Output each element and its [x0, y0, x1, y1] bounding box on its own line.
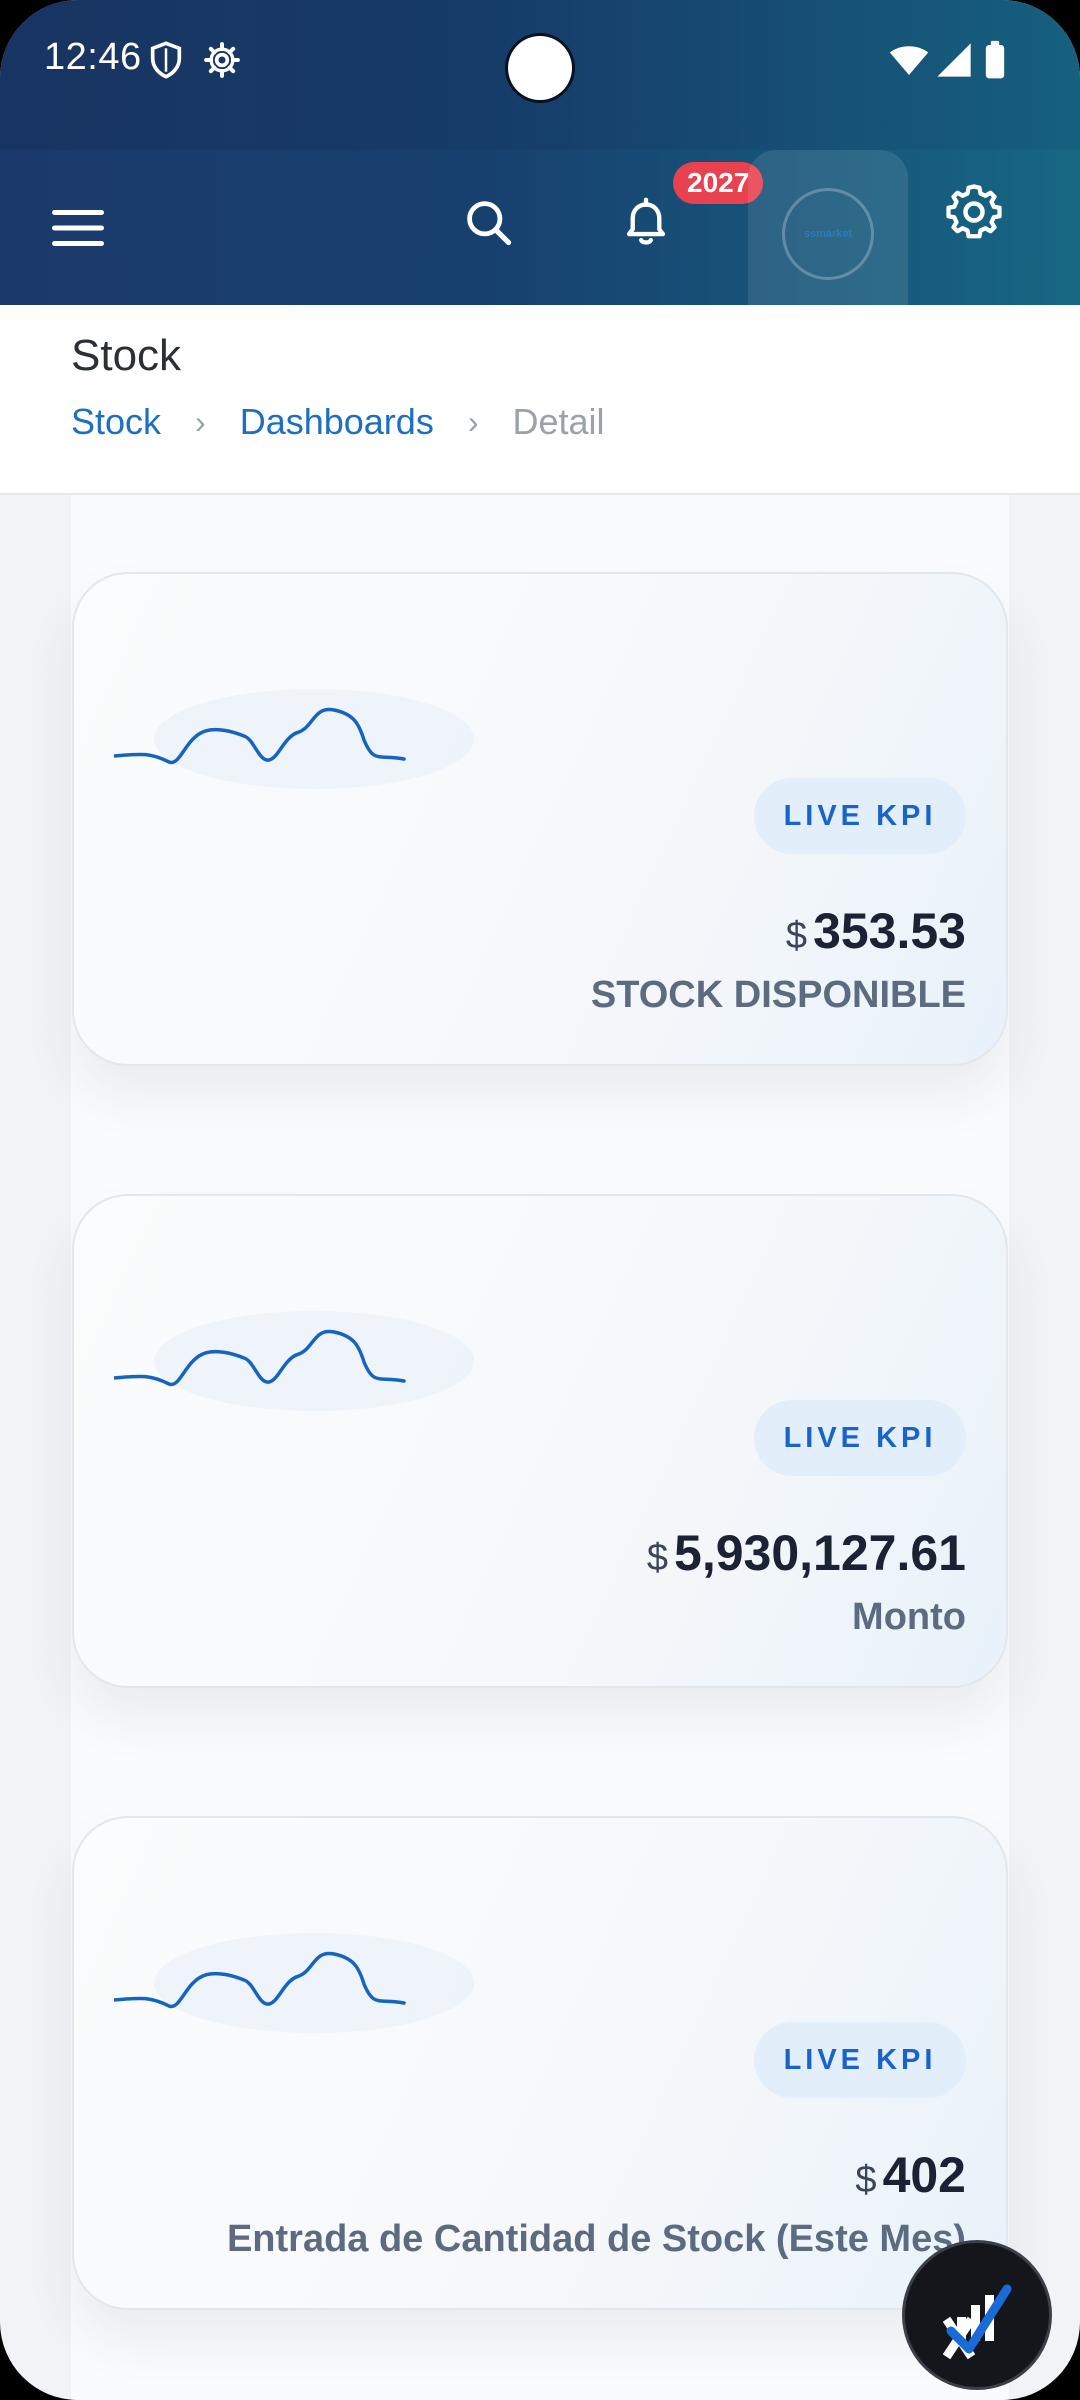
- kpi-value: $5,930,127.61: [647, 1524, 966, 1582]
- settings-button[interactable]: [934, 172, 1014, 252]
- menu-icon: [52, 210, 104, 246]
- sparkline-chart: [114, 689, 474, 789]
- avatar-logo: ssmarket: [803, 228, 853, 240]
- kpi-amount: 402: [882, 2147, 966, 2203]
- notifications-button[interactable]: [606, 182, 686, 262]
- breadcrumb: Stock › Dashboards › Detail: [71, 401, 605, 443]
- breadcrumb-separator: ›: [195, 403, 206, 440]
- app-bar: [0, 150, 1080, 305]
- front-camera: [508, 36, 572, 100]
- kpi-card-stock-disponible[interactable]: LIVE KPI $353.53 STOCK DISPONIBLE: [72, 572, 1008, 1066]
- device-screen: 12:46 2027 ssmarket Stock Stock › Dashbo…: [0, 0, 1080, 2400]
- status-bar: 12:46: [0, 0, 1080, 150]
- live-kpi-badge: LIVE KPI: [754, 1400, 966, 1476]
- kpi-card-monto[interactable]: LIVE KPI $5,930,127.61 Monto: [72, 1194, 1008, 1688]
- sparkline-chart: [114, 1311, 474, 1411]
- menu-button[interactable]: [42, 192, 114, 264]
- bell-icon: [626, 197, 666, 245]
- sparkline-chart: [114, 1933, 474, 2033]
- kpi-label: Monto: [852, 1596, 966, 1638]
- gear-icon: [204, 42, 240, 78]
- kpi-label: STOCK DISPONIBLE: [590, 974, 966, 1016]
- kpi-value: $402: [855, 2146, 966, 2204]
- signal-icon: [937, 43, 971, 77]
- battery-icon: [985, 40, 1005, 79]
- kpi-card-entrada-stock[interactable]: LIVE KPI $402 Entrada de Cantidad de Sto…: [72, 1816, 1008, 2310]
- search-button[interactable]: [448, 182, 528, 262]
- wifi-icon: [889, 46, 929, 75]
- live-kpi-badge: LIVE KPI: [754, 778, 966, 854]
- live-kpi-badge: LIVE KPI: [754, 2022, 966, 2098]
- kpi-label: Entrada de Cantidad de Stock (Este Mes): [226, 2218, 966, 2260]
- shield-icon: [150, 41, 182, 79]
- avatar[interactable]: ssmarket: [782, 188, 874, 280]
- status-time: 12:46: [44, 36, 142, 78]
- breadcrumb-stock[interactable]: Stock: [71, 401, 161, 443]
- breadcrumb-dashboards[interactable]: Dashboards: [240, 401, 434, 443]
- currency-symbol: $: [855, 2159, 877, 2201]
- currency-symbol: $: [785, 915, 808, 957]
- page-header: Stock Stock › Dashboards › Detail: [0, 305, 1080, 495]
- kpi-amount: 353.53: [813, 903, 966, 959]
- floating-app-button[interactable]: [902, 2240, 1052, 2390]
- page-title: Stock: [71, 331, 182, 380]
- kpi-amount: 5,930,127.61: [674, 1525, 966, 1581]
- breadcrumb-separator: ›: [467, 403, 479, 440]
- analytics-logo-icon: [942, 2284, 1012, 2360]
- kpi-value: $353.53: [786, 902, 966, 960]
- currency-symbol: $: [646, 1537, 669, 1579]
- gear-icon: [946, 184, 1002, 239]
- search-icon: [467, 201, 512, 246]
- breadcrumb-detail: Detail: [512, 401, 605, 442]
